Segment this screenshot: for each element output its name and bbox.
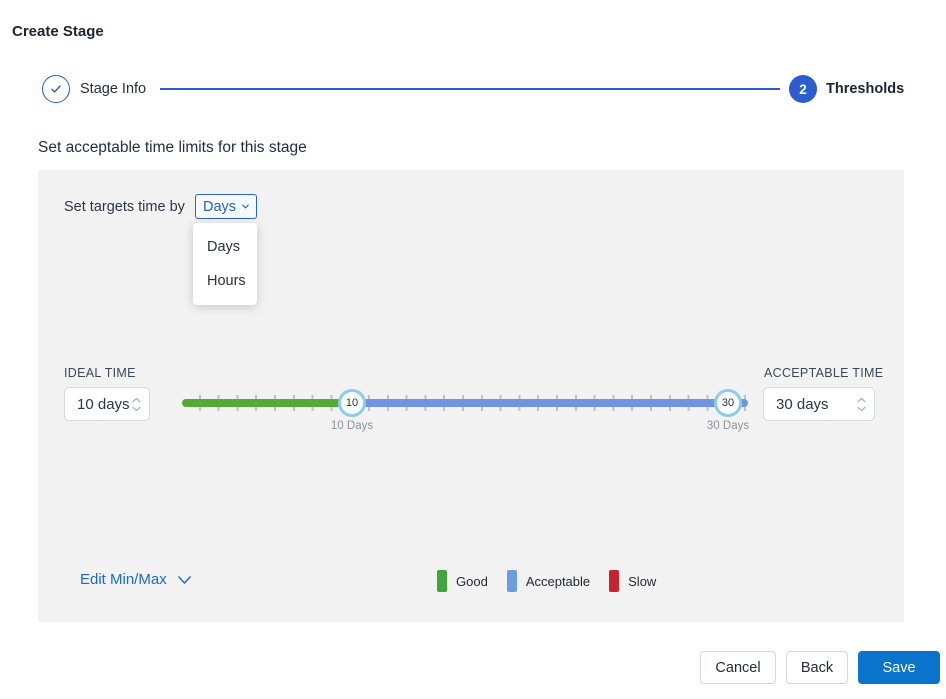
legend-acceptable-label: Acceptable (526, 574, 590, 589)
legend-good-label: Good (456, 574, 488, 589)
menu-item-hours[interactable]: Hours (193, 264, 257, 298)
acceptable-time-label: ACCEPTABLE TIME (764, 366, 883, 380)
slider-max-handle-value: 30 (722, 397, 734, 409)
step-2-number: 2 (799, 82, 807, 97)
acceptable-time-stepper[interactable] (763, 387, 875, 421)
acceptable-time-input[interactable] (764, 396, 855, 413)
slider-min-handle-value: 10 (346, 397, 358, 409)
ideal-time-stepper[interactable] (64, 387, 150, 421)
save-button[interactable]: Save (858, 651, 940, 684)
slider-legend: Good Acceptable Slow (437, 570, 656, 592)
slider-max-handle[interactable]: 30 (714, 389, 742, 417)
legend-item-slow: Slow (609, 570, 656, 592)
acceptable-swatch-icon (507, 570, 517, 592)
chevron-down-icon[interactable] (857, 406, 866, 412)
chevron-down-icon (177, 574, 192, 586)
chevron-up-icon[interactable] (857, 397, 866, 403)
time-unit-menu: Days Hours (193, 223, 257, 305)
slow-swatch-icon (609, 570, 619, 592)
cancel-button[interactable]: Cancel (700, 651, 776, 684)
ideal-time-spinner-arrows[interactable] (130, 397, 149, 412)
ideal-time-input[interactable] (65, 396, 130, 413)
slider-min-label: 10 Days (312, 420, 392, 432)
slider-min-handle[interactable]: 10 (338, 389, 366, 417)
step-1-label: Stage Info (80, 81, 146, 97)
edit-minmax-link[interactable]: Edit Min/Max (80, 571, 192, 588)
edit-minmax-label: Edit Min/Max (80, 571, 167, 588)
acceptable-time-spinner-arrows[interactable] (855, 397, 874, 412)
footer-actions: Cancel Back Save (700, 651, 940, 684)
step-1-indicator[interactable] (42, 75, 70, 103)
good-swatch-icon (437, 570, 447, 592)
page-title: Create Stage (12, 23, 104, 40)
time-unit-selected-value: Days (203, 199, 236, 215)
time-unit-dropdown[interactable]: Days (195, 194, 257, 219)
ideal-time-label: IDEAL TIME (64, 366, 136, 380)
menu-item-days[interactable]: Days (193, 230, 257, 264)
slider-max-label: 30 Days (688, 420, 768, 432)
step-2-label: Thresholds (826, 81, 904, 97)
step-2-indicator[interactable]: 2 (789, 75, 817, 103)
targets-time-label: Set targets time by (64, 199, 185, 215)
slider-track-good-segment[interactable] (182, 399, 352, 407)
thresholds-panel: Set targets time by Days Days Hours IDEA… (38, 170, 904, 622)
stepper-connector-line (160, 88, 780, 90)
back-button[interactable]: Back (786, 651, 848, 684)
legend-item-acceptable: Acceptable (507, 570, 590, 592)
chevron-down-icon[interactable] (132, 406, 141, 412)
legend-slow-label: Slow (628, 574, 656, 589)
chevron-down-icon (240, 201, 251, 212)
chevron-up-icon[interactable] (132, 397, 141, 403)
legend-item-good: Good (437, 570, 488, 592)
check-icon (49, 82, 63, 96)
section-heading: Set acceptable time limits for this stag… (38, 139, 307, 157)
slider-track-acceptable-segment[interactable] (352, 399, 748, 407)
